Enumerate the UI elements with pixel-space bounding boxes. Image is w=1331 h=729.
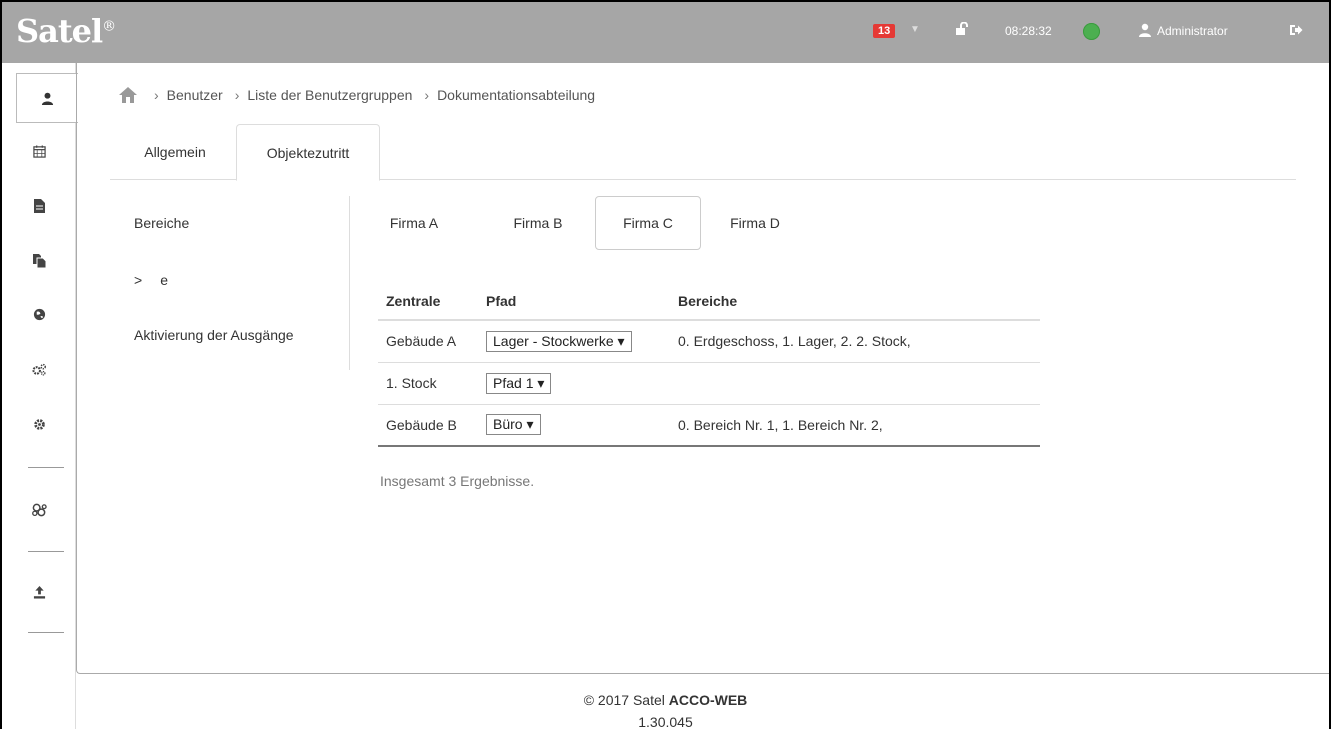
pfad-cell: Büro ▾ [478, 404, 670, 447]
sidebar-item-settings-advanced[interactable] [2, 344, 76, 394]
column-header: Bereiche [670, 282, 1040, 321]
product-name: ACCO-WEB [668, 692, 748, 708]
access-table: Zentrale Pfad Bereiche Gebäude A Lager -… [378, 282, 1040, 447]
chevron-right-icon: › [154, 87, 159, 103]
main-tabs: Allgemein Objektezutritt [110, 124, 1296, 181]
top-bar: Satel® [2, 2, 1329, 63]
zentrale-cell: Gebäude A [378, 320, 478, 363]
table-row: Gebäude A Lager - Stockwerke ▾ 0. Erdges… [378, 320, 1040, 363]
sidebar-divider [28, 632, 64, 633]
zentrale-cell: 1. Stock [378, 362, 478, 405]
sidebar-divider [28, 467, 64, 468]
logout-icon[interactable] [1288, 22, 1304, 38]
gears-icon [31, 363, 46, 376]
bereiche-cell [670, 362, 1040, 405]
sidebar-item-calendar[interactable] [2, 126, 76, 176]
gear-icon [33, 418, 45, 430]
sidebar-item-upload[interactable] [2, 567, 76, 617]
sidebar-item-globe[interactable] [2, 289, 76, 339]
connection-status-indicator [1083, 23, 1100, 40]
pfad-select[interactable]: Lager - Stockwerke ▾ [486, 330, 632, 352]
home-icon[interactable] [118, 86, 138, 104]
sidebar-item-copy[interactable] [2, 236, 76, 286]
user-icon [41, 92, 54, 105]
tab-firma-b[interactable]: Firma B [502, 196, 574, 250]
breadcrumb-item[interactable]: Benutzer [167, 87, 223, 103]
sidebar-item-users[interactable] [16, 73, 78, 123]
zentrale-cell: Gebäude B [378, 404, 478, 447]
chevron-right-icon: › [424, 87, 430, 103]
chevron-right-icon: › [234, 87, 240, 103]
tab-allgemein[interactable]: Allgemein [116, 124, 234, 180]
table-header-row: Zentrale Pfad Bereiche [378, 282, 1040, 321]
section-nav: Bereiche > e Aktivierung der Ausgänge [118, 196, 350, 370]
user-name[interactable]: Administrator [1157, 24, 1228, 38]
upload-icon [33, 585, 45, 599]
footer-version: 1.30.045 [638, 714, 693, 729]
nav-item-aktivierung[interactable]: Aktivierung der Ausgänge [134, 327, 294, 343]
bereiche-cell: 0. Bereich Nr. 1, 1. Bereich Nr. 2, [670, 404, 1040, 447]
network-icon [31, 503, 47, 516]
pfad-select[interactable]: Büro ▾ [486, 414, 541, 436]
tab-firma-a[interactable]: Firma A [380, 196, 448, 250]
chevron-down-icon[interactable]: ▼ [910, 24, 920, 35]
pfad-cell: Pfad 1 ▾ [478, 362, 670, 405]
tab-firma-d[interactable]: Firma D [721, 196, 789, 250]
column-header: Pfad [478, 282, 670, 321]
unlock-icon[interactable] [955, 22, 969, 36]
sidebar-item-document[interactable] [2, 181, 76, 231]
pfad-select[interactable]: Pfad 1 ▾ [486, 372, 552, 394]
nav-item-e[interactable]: > e [134, 272, 168, 288]
breadcrumb-item-current: Dokumentationsabteilung [437, 87, 596, 103]
pfad-cell: Lager - Stockwerke ▾ [478, 320, 670, 363]
tab-firma-c[interactable]: Firma C [595, 196, 701, 250]
satel-logo: Satel® [16, 12, 116, 50]
alert-count-badge[interactable]: 13 [873, 24, 896, 38]
bereiche-cell: 0. Erdgeschoss, 1. Lager, 2. 2. Stock, [670, 320, 1040, 363]
breadcrumb: › Benutzer › Liste der Benutzergruppen ›… [118, 86, 607, 104]
copy-icon [32, 254, 46, 268]
breadcrumb-item[interactable]: Liste der Benutzergruppen [247, 87, 412, 103]
results-total: Insgesamt 3 Ergebnisse. [380, 473, 535, 489]
sidebar-item-network[interactable] [2, 485, 76, 535]
calendar-icon [32, 144, 46, 158]
globe-icon [33, 308, 45, 320]
user-icon [1139, 23, 1151, 37]
column-header: Zentrale [378, 282, 478, 321]
footer-copyright: © 2017 Satel ACCO-WEB [583, 692, 748, 708]
table-row: Gebäude B Büro ▾ 0. Bereich Nr. 1, 1. Be… [378, 404, 1040, 447]
document-icon [33, 199, 45, 213]
nav-item-bereiche[interactable]: Bereiche [134, 215, 189, 231]
chevron-right-icon: > [134, 272, 143, 288]
tab-objektezutritt[interactable]: Objektezutritt [236, 124, 380, 181]
table-row: 1. Stock Pfad 1 ▾ [378, 362, 1040, 405]
sidebar-divider [28, 551, 64, 552]
left-sidebar [2, 63, 78, 729]
clock-time: 08:28:32 [1005, 24, 1052, 38]
sidebar-item-settings[interactable] [2, 399, 76, 449]
